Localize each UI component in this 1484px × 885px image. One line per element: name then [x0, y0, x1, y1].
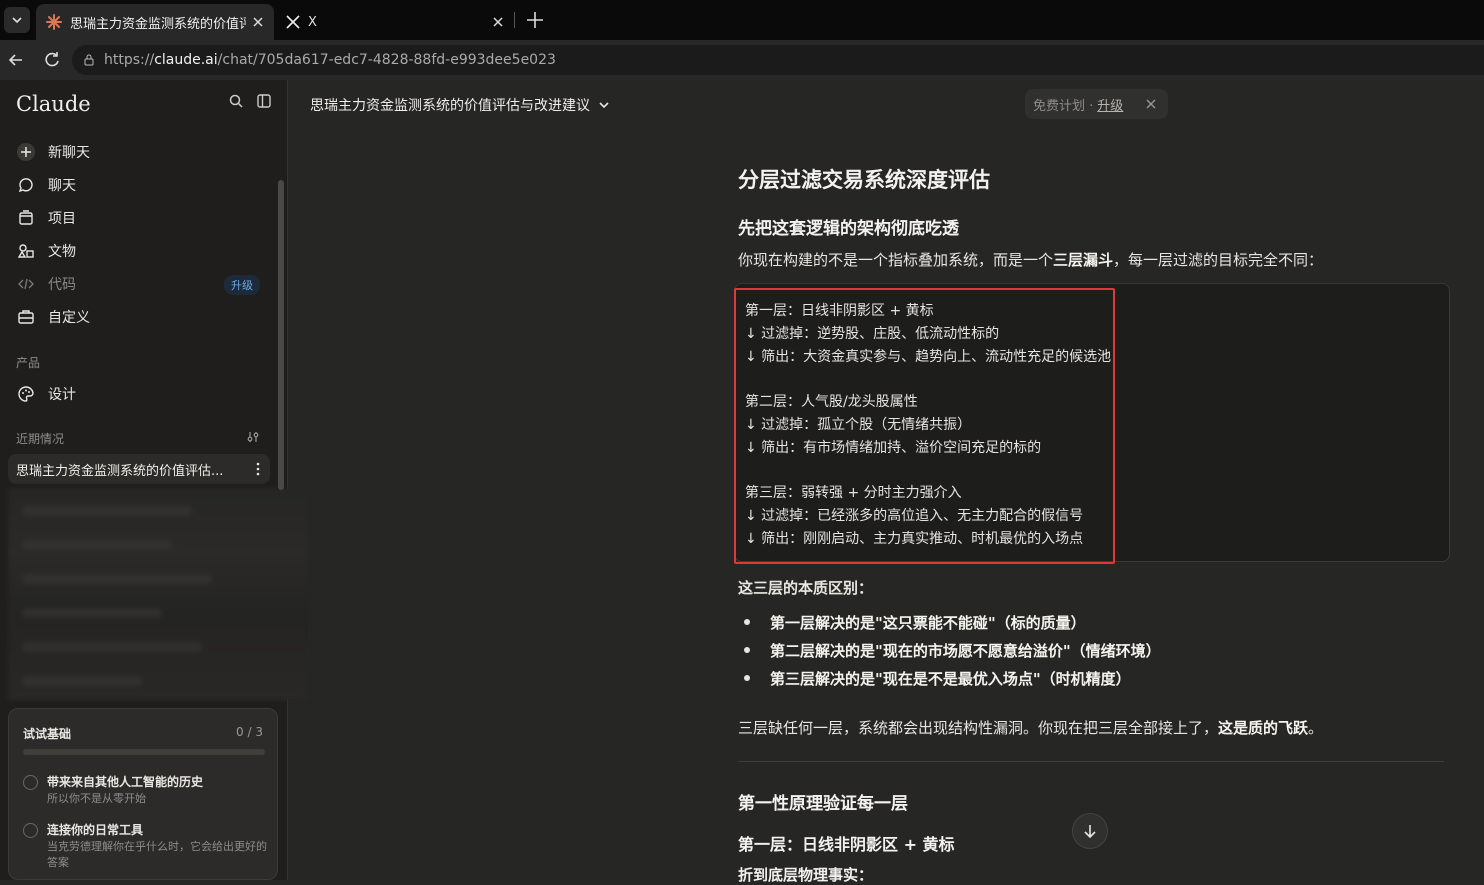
recent-section-label: 近期情况 — [16, 432, 65, 446]
bullet-item: 第一层解决的是"这只票能不能碰"（标的质量） — [770, 614, 1086, 632]
recent-chat-title: 思瑞主力资金监测系统的价值评估... — [16, 463, 224, 479]
task-checkbox[interactable] — [23, 823, 38, 838]
active-tab-title: 思瑞主力资金监测系统的价值评估 — [70, 16, 246, 32]
chat-title: 思瑞主力资金监测系统的价值评估与改进建议 — [310, 98, 590, 114]
sidebar-item-label: 新聊天 — [48, 145, 90, 161]
claude-favicon-icon — [46, 14, 62, 30]
sidebar-item-design[interactable]: 设计 — [10, 379, 268, 409]
code-icon — [16, 274, 36, 294]
summary-paragraph: 三层缺任何一层，系统都会出现结构性漏洞。你现在把三层全部接上了，这是质的飞跃。 — [738, 719, 1324, 737]
recent-chat-item[interactable]: 思瑞主力资金监测系统的价值评估... — [8, 454, 270, 484]
sidebar-item-label: 聊天 — [48, 178, 76, 194]
url-path: /chat/705da617-edc7-4828-88fd-e993dee5e0… — [217, 52, 556, 68]
x-logo-icon — [286, 15, 300, 29]
sidebar-toggle-icon[interactable] — [256, 93, 272, 109]
bullet-dot — [744, 619, 750, 625]
section-heading-first-principles: 第一性原理验证每一层 — [738, 794, 908, 814]
reload-icon[interactable] — [42, 50, 62, 70]
chat-title-dropdown[interactable]: 思瑞主力资金监测系统的价值评估与改进建议 — [310, 95, 610, 115]
new-tab-plus-icon[interactable] — [524, 9, 546, 31]
sidebar-item-label: 项目 — [48, 211, 76, 227]
plan-text: 免费计划 · — [1033, 98, 1094, 114]
task-subtitle: 当克劳德理解你在乎什么时，它会给出更好的答案 — [47, 840, 267, 869]
filter-icon[interactable] — [246, 430, 260, 444]
url-prefix: https:// — [104, 52, 155, 68]
sidebar-item-label: 设计 — [48, 387, 76, 403]
url-field[interactable]: https://claude.ai/chat/705da617-edc7-482… — [72, 45, 1484, 75]
site-info-icon[interactable] — [82, 53, 96, 67]
back-arrow-icon[interactable] — [6, 50, 26, 70]
arrow-down-icon — [1084, 825, 1096, 839]
sidebar-item-customize[interactable]: 自定义 — [10, 302, 268, 332]
section-divider — [738, 761, 1444, 762]
search-icon[interactable] — [228, 93, 244, 109]
browser-tab-active[interactable]: 思瑞主力资金监测系统的价值评估 — [36, 4, 274, 40]
more-options-icon[interactable] — [256, 461, 260, 477]
url-host: claude.ai — [154, 52, 218, 68]
sidebar-item-label: 文物 — [48, 244, 76, 260]
claude-logo[interactable]: Claude — [16, 92, 91, 116]
artifacts-icon — [16, 241, 36, 261]
browser-tab-x[interactable]: X — [278, 4, 514, 40]
folder-icon — [16, 208, 36, 228]
starter-card-title: 试试基础 — [23, 727, 72, 741]
bullet-item: 第三层解决的是"现在是不是最优入场点"（时机精度） — [770, 670, 1131, 688]
sidebar-item-projects[interactable]: 项目 — [10, 203, 268, 233]
tab-search-button[interactable] — [4, 7, 30, 33]
plus-icon — [16, 142, 36, 162]
cut-off-text: 折到底层物理事实： — [738, 866, 874, 884]
briefcase-icon — [16, 307, 36, 327]
upgrade-badge[interactable]: 升级 — [224, 275, 260, 295]
sidebar-item-new-chat[interactable]: 新聊天 — [10, 137, 268, 167]
differences-heading: 这三层的本质区别： — [738, 579, 874, 597]
sidebar-item-chats[interactable]: 聊天 — [10, 170, 268, 200]
chat-icon — [16, 175, 36, 195]
sidebar-item-label: 代码 — [48, 277, 76, 293]
chevron-down-icon — [12, 17, 22, 24]
chevron-down-icon — [599, 102, 609, 109]
inactive-tab-title: X — [308, 14, 317, 30]
bullet-dot — [744, 647, 750, 653]
sidebar-item-label: 自定义 — [48, 310, 90, 326]
bullet-dot — [744, 675, 750, 681]
subsection-heading-layer1: 第一层：日线非阴影区 + 黄标 — [738, 835, 955, 854]
task-checkbox[interactable] — [23, 775, 38, 790]
upgrade-link[interactable]: 升级 — [1097, 95, 1123, 114]
starter-card-count: 0 / 3 — [236, 725, 263, 739]
sidebar-item-code[interactable]: 代码 升级 — [10, 269, 268, 299]
address-bar: https://claude.ai/chat/705da617-edc7-482… — [0, 40, 1484, 80]
task-subtitle: 所以你不是从零开始 — [47, 792, 146, 805]
blurred-recent-list — [8, 488, 308, 700]
sidebar-item-artifacts[interactable]: 文物 — [10, 236, 268, 266]
sidebar-scrollbar[interactable] — [278, 180, 284, 490]
palette-icon — [16, 384, 36, 404]
bullet-item: 第二层解决的是"现在的市场愿不愿意给溢价"（情绪环境） — [770, 642, 1161, 660]
starter-progress-bar — [23, 749, 265, 755]
task-title: 连接你的日常工具 — [47, 823, 144, 837]
scroll-to-bottom-button[interactable] — [1072, 813, 1108, 849]
intro-paragraph: 你现在构建的不是一个指标叠加系统，而是一个三层漏斗，每一层过滤的目标完全不同： — [738, 251, 1324, 269]
starter-card: 试试基础 0 / 3 带来来自其他人工智能的历史 所以你不是从零开始 连接你的日… — [8, 708, 278, 880]
products-section-label: 产品 — [16, 356, 41, 370]
article-heading: 分层过滤交易系统深度评估 — [738, 168, 990, 192]
highlight-annotation-box — [734, 288, 1115, 564]
close-icon[interactable] — [1144, 97, 1158, 111]
plan-banner: 免费计划 · 升级 — [1025, 89, 1168, 119]
section-heading-architecture: 先把这套逻辑的架构彻底吃透 — [738, 219, 959, 239]
tab-divider — [514, 12, 515, 28]
close-tab-icon[interactable] — [490, 14, 506, 30]
task-title: 带来来自其他人工智能的历史 — [47, 775, 204, 789]
close-tab-icon[interactable] — [250, 14, 266, 30]
sidebar: Claude 新聊天 聊天 项目 文物 代码 升级 自定义 产品 设计 近期情况… — [0, 80, 308, 880]
browser-tab-bar: 思瑞主力资金监测系统的价值评估 X — [0, 0, 1484, 40]
